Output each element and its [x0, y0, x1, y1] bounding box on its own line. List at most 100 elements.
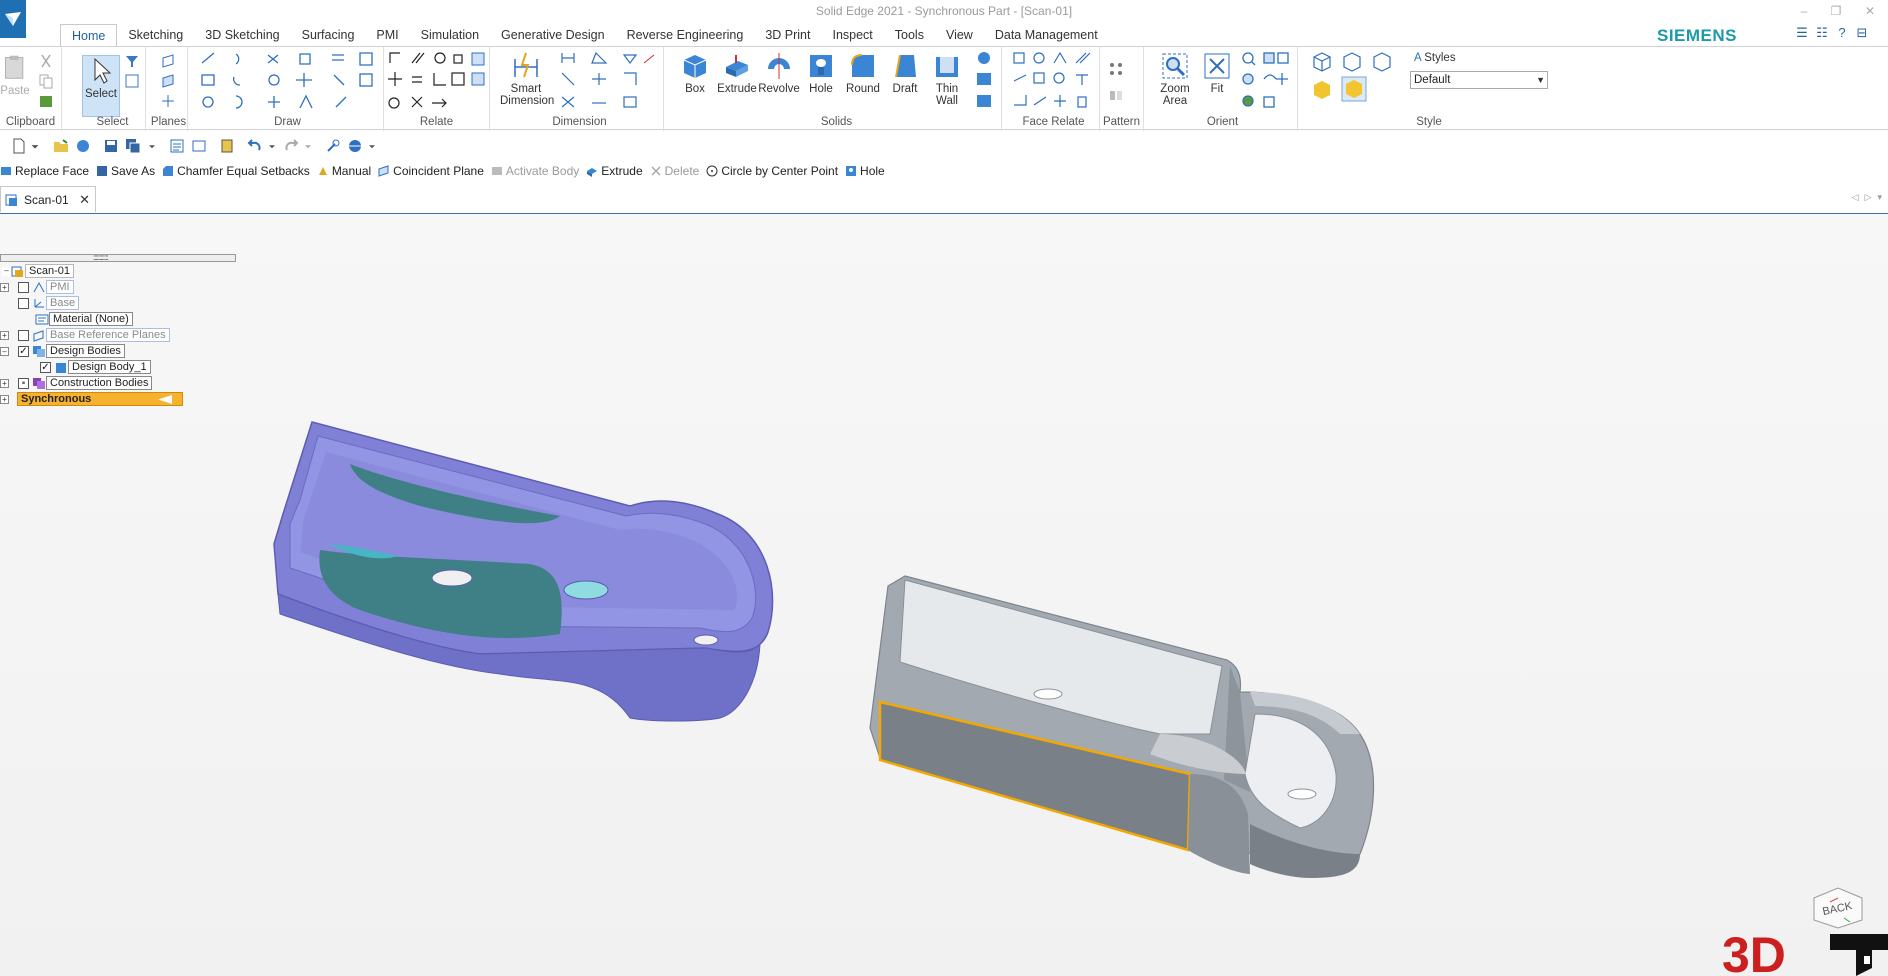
tree-row-synchronous[interactable]: + Synchronous: [0, 392, 183, 406]
save-icon[interactable]: [102, 138, 120, 154]
chamfer-equal-setbacks-command[interactable]: Chamfer Equal Setbacks: [162, 164, 310, 178]
tab-surfacing[interactable]: Surfacing: [291, 24, 366, 46]
customize-qat-icon[interactable]: [366, 138, 378, 154]
expand-icon[interactable]: +: [0, 394, 9, 404]
tab-view[interactable]: View: [935, 24, 984, 46]
expand-icon[interactable]: +: [0, 330, 9, 340]
tab-3d-sketching[interactable]: 3D Sketching: [194, 24, 290, 46]
close-icon[interactable]: ✕: [1852, 0, 1888, 22]
command-finder-icon[interactable]: [324, 138, 342, 154]
minimize-icon[interactable]: –: [1788, 0, 1820, 22]
tab-list-icon[interactable]: ▾: [1877, 192, 1882, 203]
smart-dimension-button[interactable]: Smart Dimension: [500, 51, 554, 107]
styles-dropdown[interactable]: Default ▼: [1410, 71, 1548, 89]
copy-icon[interactable]: [38, 73, 54, 89]
scroll-right-icon[interactable]: ▷: [1865, 192, 1872, 203]
extrude-button[interactable]: Extrude: [716, 51, 758, 95]
design-bodies-visibility-checkbox[interactable]: ✓: [18, 345, 29, 357]
help-icon[interactable]: ?: [1835, 26, 1849, 40]
redo-icon[interactable]: [282, 138, 300, 154]
tree-row-scan-01[interactable]: – Scan-01: [2, 264, 74, 278]
delete-command[interactable]: Delete: [650, 164, 699, 178]
select-button[interactable]: Select: [82, 55, 120, 117]
activate-body-command[interactable]: Activate Body: [491, 164, 579, 178]
pathfinder-header[interactable]: ::::::::::::: [0, 254, 236, 262]
new-file-icon[interactable]: [10, 138, 28, 154]
tab-3d-print[interactable]: 3D Print: [754, 24, 821, 46]
scroll-left-icon[interactable]: ◁: [1852, 192, 1859, 203]
tab-simulation[interactable]: Simulation: [410, 24, 490, 46]
solids-more-icon[interactable]: [974, 51, 998, 111]
collapse-icon[interactable]: –: [2, 266, 11, 276]
reference-planes-visibility-checkbox[interactable]: [18, 329, 29, 341]
tree-row-construction-bodies[interactable]: + ▪ Construction Bodies: [0, 376, 153, 390]
tree-row-design-bodies[interactable]: – ✓ Design Bodies: [0, 344, 125, 358]
chevron-down-icon[interactable]: [266, 138, 278, 154]
fit-button[interactable]: Fit: [1196, 51, 1238, 95]
dimension-tools-icon[interactable]: [558, 51, 658, 111]
manual-command[interactable]: Manual: [317, 164, 371, 178]
replace-face-command[interactable]: Replace Face: [0, 164, 89, 178]
layout-icon[interactable]: ☰: [1795, 26, 1809, 40]
report-icon[interactable]: [218, 138, 236, 154]
paste-button[interactable]: Paste: [0, 51, 30, 97]
pmi-visibility-checkbox[interactable]: [18, 281, 29, 293]
face-relate-tools-icon[interactable]: [1012, 51, 1100, 111]
tab-generative-design[interactable]: Generative Design: [490, 24, 616, 46]
properties-icon[interactable]: [168, 138, 186, 154]
web-icon[interactable]: [346, 138, 364, 154]
design-body-1-visibility-checkbox[interactable]: ✓: [40, 361, 51, 373]
circle-by-center-point-command[interactable]: Circle by Center Point: [706, 164, 838, 178]
tab-data-management[interactable]: Data Management: [984, 24, 1109, 46]
rollback-marker-icon[interactable]: [158, 395, 172, 404]
tab-sketching[interactable]: Sketching: [117, 24, 194, 46]
mirror-icon[interactable]: [1108, 87, 1124, 103]
chevron-down-icon[interactable]: [28, 138, 42, 154]
hole-button[interactable]: Hole: [800, 51, 842, 95]
thin-wall-button[interactable]: Thin Wall: [926, 51, 968, 107]
select-filter-icon[interactable]: [124, 53, 140, 69]
tab-home[interactable]: Home: [60, 24, 118, 46]
save-all-icon[interactable]: [124, 138, 142, 154]
construction-bodies-visibility-checkbox[interactable]: ▪: [18, 377, 29, 389]
open-folder-icon[interactable]: [52, 138, 70, 154]
expand-icon[interactable]: +: [0, 282, 9, 292]
undo-icon[interactable]: [246, 138, 264, 154]
extrude-command[interactable]: Extrude: [586, 164, 643, 178]
base-visibility-checkbox[interactable]: [18, 297, 29, 309]
model-viewport[interactable]: [0, 214, 1888, 976]
revolve-button[interactable]: Revolve: [758, 51, 800, 95]
round-button[interactable]: Round: [842, 51, 884, 95]
orient-tools-icon[interactable]: [1240, 51, 1292, 111]
select-tools-icon[interactable]: [124, 73, 140, 89]
expand-icon[interactable]: +: [0, 378, 9, 388]
document-tab-scan-01[interactable]: Scan-01 ✕: [0, 186, 96, 212]
ribbon-restore-icon[interactable]: ⊟: [1855, 26, 1869, 40]
coincident-plane-command[interactable]: Coincident Plane: [378, 164, 484, 178]
tab-reverse-engineering[interactable]: Reverse Engineering: [616, 24, 755, 46]
options-icon[interactable]: ☷: [1815, 26, 1829, 40]
chevron-down-icon[interactable]: [302, 138, 314, 154]
save-as-command[interactable]: Save As: [96, 164, 155, 178]
globe-icon[interactable]: [74, 138, 92, 154]
tree-row-material[interactable]: Material (None): [35, 312, 133, 326]
design-body-model[interactable]: [869, 575, 1375, 878]
zoom-area-button[interactable]: Zoom Area: [1154, 51, 1196, 107]
scan-mesh-body[interactable]: [273, 421, 774, 722]
paste-special-icon[interactable]: [38, 93, 54, 109]
tree-row-base[interactable]: Base: [0, 296, 80, 310]
view-cube[interactable]: BACK: [1810, 884, 1866, 930]
relate-tools-icon[interactable]: [386, 51, 486, 111]
tree-row-design-body-1[interactable]: ✓ Design Body_1: [40, 360, 151, 374]
pattern-icon[interactable]: [1108, 61, 1124, 77]
cut-icon[interactable]: [38, 53, 54, 69]
tree-row-pmi[interactable]: + PMI: [0, 280, 74, 294]
view-style-icon[interactable]: [1310, 51, 1400, 111]
draw-tools-icon[interactable]: [196, 51, 376, 111]
pathfinder-grip-icon[interactable]: ::::::::::::: [93, 254, 109, 262]
close-icon[interactable]: ✕: [79, 192, 90, 208]
hole-command[interactable]: Hole: [845, 164, 885, 178]
box-button[interactable]: Box: [674, 51, 716, 95]
collapse-icon[interactable]: –: [0, 346, 9, 356]
plane-icon[interactable]: [160, 53, 176, 69]
